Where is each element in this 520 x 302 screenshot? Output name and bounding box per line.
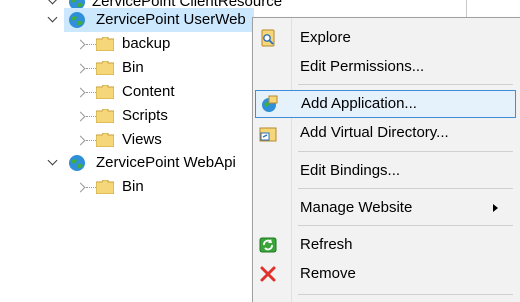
tree-connector xyxy=(86,140,96,142)
collapse-chevron-icon[interactable] xyxy=(46,155,62,171)
tree-node-folder[interactable]: Scripts xyxy=(72,104,212,128)
context-menu: Explore Edit Permissions... Add Applicat… xyxy=(252,17,520,302)
explore-icon xyxy=(261,29,275,47)
menu-item-label: Explore xyxy=(300,29,351,46)
menu-item-label: Manage Website xyxy=(300,199,413,216)
menu-item-refresh[interactable]: Refresh xyxy=(253,231,519,259)
folder-icon xyxy=(96,61,114,75)
folder-icon xyxy=(96,85,114,99)
menu-item-label: Remove xyxy=(300,265,356,282)
menu-item-label: Edit Bindings... xyxy=(300,162,401,179)
menu-item-label: Add Application... xyxy=(301,95,417,112)
menu-item-add-application[interactable]: Add Application... xyxy=(255,90,516,118)
folder-icon xyxy=(96,37,114,51)
tree-connector xyxy=(86,44,96,46)
tree-node-webapi[interactable]: ZervicePoint WebApi xyxy=(46,151,256,175)
menu-item-edit-bindings[interactable]: Edit Bindings... xyxy=(253,157,519,185)
submenu-arrow-icon xyxy=(493,204,498,212)
tree-node-label: Views xyxy=(122,131,162,148)
tree-node-userweb[interactable]: ZervicePoint UserWeb xyxy=(64,8,254,32)
tree-node-label: Bin xyxy=(122,178,144,195)
tree-node-label: ZervicePoint UserWeb xyxy=(96,11,246,28)
website-globe-icon xyxy=(69,12,85,28)
tree-connector xyxy=(86,187,96,189)
menu-separator xyxy=(298,294,513,295)
tree-node-label: backup xyxy=(122,35,171,52)
menu-item-label: Add Virtual Directory... xyxy=(300,124,449,141)
collapse-chevron-icon[interactable] xyxy=(46,12,62,28)
tree-node-label: Scripts xyxy=(122,107,168,124)
menu-item-label: Edit Permissions... xyxy=(300,58,425,75)
tree-connector xyxy=(86,116,96,118)
tree-node-label: ZervicePoint WebApi xyxy=(96,154,236,171)
menu-item-add-virtual-directory[interactable]: Add Virtual Directory... xyxy=(253,119,519,147)
tree-node-label: Content xyxy=(122,83,175,100)
tree-connector xyxy=(86,92,96,94)
tree-node-folder[interactable]: Bin xyxy=(72,56,212,80)
tree-connector xyxy=(86,68,96,70)
folder-icon xyxy=(96,133,114,147)
tree-node-folder[interactable]: backup xyxy=(72,32,212,56)
tree-node-folder[interactable]: Bin xyxy=(72,175,212,199)
remove-icon xyxy=(260,266,276,282)
tree-node-folder[interactable]: Content xyxy=(72,80,212,104)
collapse-chevron-icon[interactable] xyxy=(46,0,62,10)
folder-icon xyxy=(96,109,114,123)
menu-item-edit-permissions[interactable]: Edit Permissions... xyxy=(253,53,519,81)
menu-separator xyxy=(298,188,513,189)
add-virtual-directory-icon xyxy=(259,127,277,142)
refresh-icon xyxy=(259,237,277,253)
menu-item-remove[interactable]: Remove xyxy=(253,260,519,288)
folder-icon xyxy=(96,180,114,194)
menu-separator xyxy=(298,225,513,226)
menu-item-manage-website[interactable]: Manage Website xyxy=(253,194,519,222)
website-globe-icon xyxy=(69,155,85,171)
add-application-icon xyxy=(262,95,278,112)
menu-item-label: Refresh xyxy=(300,236,353,253)
tree-node-label: Bin xyxy=(122,59,144,76)
tree-node-folder[interactable]: Views xyxy=(72,128,212,152)
menu-item-explore[interactable]: Explore xyxy=(253,24,519,52)
menu-separator xyxy=(298,84,513,85)
menu-separator xyxy=(298,151,513,152)
